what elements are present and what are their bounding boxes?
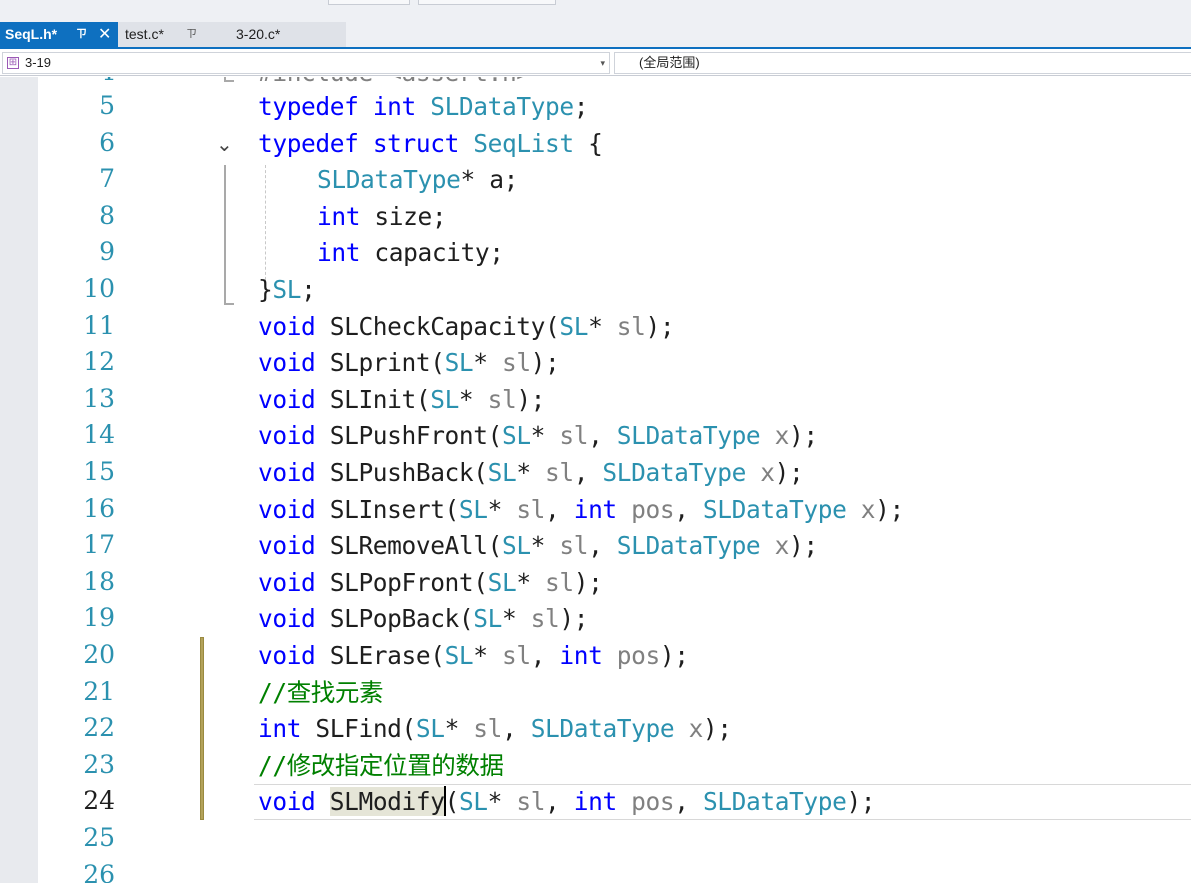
code-line-7: 7 SLDataType* a; [38,162,1191,199]
outline-guide [224,80,234,82]
code-text: void SLprint(SL* sl); [258,348,560,378]
code-text: void SLPushFront(SL* sl, SLDataType x); [258,421,818,451]
tab-label: 3-20.c* [236,26,281,42]
line-number: 20 [83,640,115,669]
code-text: void SLErase(SL* sl, int pos); [258,641,689,670]
code-line-11: 11 void SLCheckCapacity(SL* sl); [38,309,1191,346]
tab-test-c[interactable]: test.c* ㄗ [118,22,228,47]
pin-icon[interactable]: ㄗ [186,22,197,47]
project-name: 3-19 [25,55,52,70]
line-number: 4 [38,77,115,86]
code-editor[interactable]: 4 #include <assert.h> 5 typedef int SLDa… [38,77,1191,883]
code-line-14: 14 void SLPushFront(SL* sl, SLDataType x… [38,418,1191,455]
code-line-26: 26 [38,858,1191,883]
pin-icon[interactable]: ㄗ [76,22,87,47]
collapse-icon[interactable]: ⌄ [216,132,233,157]
code-text: void SLCheckCapacity(SL* sl); [258,311,675,341]
close-icon[interactable]: ✕ [98,22,111,47]
code-line-19: 19 void SLPopBack(SL* sl); [38,601,1191,638]
tab-3-20-c[interactable]: 3-20.c* [228,22,346,47]
line-number: 12 [83,347,115,377]
code-line-22: 22 int SLFind(SL* sl, SLDataType x); [38,711,1191,748]
highlighted-identifier: SLModify [329,787,445,817]
document-tab-bar: SeqL.h* ㄗ ✕ test.c* ㄗ 3-20.c* [0,22,1191,48]
line-number: 23 [83,749,115,779]
code-text: int size; [317,201,447,231]
line-number: 17 [83,530,115,560]
code-line-23: 23 //修改指定位置的数据 [38,748,1191,785]
code-line-16: 16 void SLInsert(SL* sl, int pos, SLData… [38,492,1191,529]
scope-dropdown[interactable]: (全局范围) [614,52,1191,74]
code-line-25: 25 [38,821,1191,858]
code-line-15: 15 void SLPushBack(SL* sl, SLDataType x)… [38,455,1191,492]
code-text: void SLPopBack(SL* sl); [258,604,589,634]
line-number: 6 [99,127,115,157]
code-text: void SLPushBack(SL* sl, SLDataType x); [258,458,804,487]
code-line-12: 12 void SLprint(SL* sl); [38,345,1191,382]
line-number: 19 [83,603,115,633]
line-number: 24 [83,786,115,816]
line-number: 8 [99,200,115,230]
code-line-10: 10 }SL; [38,272,1191,309]
project-dropdown[interactable]: ⊞ 3-19 ▾ [2,52,610,74]
line-number: 11 [83,310,115,340]
line-number: 5 [99,91,115,120]
code-text: void SLInit(SL* sl); [258,384,546,414]
line-number: 10 [83,274,115,303]
project-icon: ⊞ [7,57,19,69]
code-text: void SLPopFront(SL* sl); [258,567,603,597]
code-text: int SLFind(SL* sl, SLDataType x); [258,714,732,744]
tab-label: SeqL.h* [5,26,58,42]
toolbar-strip [0,0,1191,22]
code-text: void SLRemoveAll(SL* sl, SLDataType x); [258,531,818,561]
chevron-down-icon: ▾ [600,58,605,68]
code-text: void SLModify(SL* sl, int pos, SLDataTyp… [258,786,876,817]
code-text: void SLInsert(SL* sl, int pos, SLDataTyp… [258,494,904,524]
line-number: 9 [99,237,115,267]
line-number: 26 [83,859,115,883]
tab-seql-h[interactable]: SeqL.h* ㄗ ✕ [0,22,118,47]
line-number: 18 [83,566,115,596]
navigation-bar: ⊞ 3-19 ▾ (全局范围) [0,50,1191,76]
code-line-8: 8 int size; [38,199,1191,236]
code-line-21: 21 //查找元素 [38,675,1191,712]
scope-name: (全局范围) [639,55,700,70]
code-line-17: 17 void SLRemoveAll(SL* sl, SLDataType x… [38,528,1191,565]
toolbar-combo[interactable] [418,0,556,5]
code-line-6: 6 ⌄ typedef struct SeqList { [38,126,1191,163]
tab-underline [0,47,1191,49]
code-comment: //修改指定位置的数据 [258,750,504,780]
tab-label: test.c* [125,26,164,42]
code-text: typedef struct SeqList { [258,128,603,158]
code-text: }SL; [258,275,316,304]
code-line-18: 18 void SLPopFront(SL* sl); [38,565,1191,602]
code-comment: //查找元素 [258,677,384,707]
line-number: 13 [83,383,115,413]
line-number: 7 [99,164,115,194]
code-text: int capacity; [317,238,504,268]
code-line-5: 5 typedef int SLDataType; [38,89,1191,126]
line-number: 14 [83,420,115,450]
toolbar-combo[interactable] [328,0,410,5]
code-line-13: 13 void SLInit(SL* sl); [38,382,1191,419]
line-number: 16 [83,493,115,523]
line-number: 21 [83,676,115,706]
line-number: 15 [83,457,115,486]
code-text: SLDataType* a; [317,165,518,195]
line-number: 22 [83,713,115,743]
code-line-20: 20 void SLErase(SL* sl, int pos); [38,638,1191,675]
code-text: typedef int SLDataType; [258,92,589,121]
code-line-9: 9 int capacity; [38,235,1191,272]
code-line-24: 24 void SLModify(SL* sl, int pos, SLData… [38,784,1191,821]
line-number: 25 [83,823,115,852]
editor-margin [0,77,38,883]
